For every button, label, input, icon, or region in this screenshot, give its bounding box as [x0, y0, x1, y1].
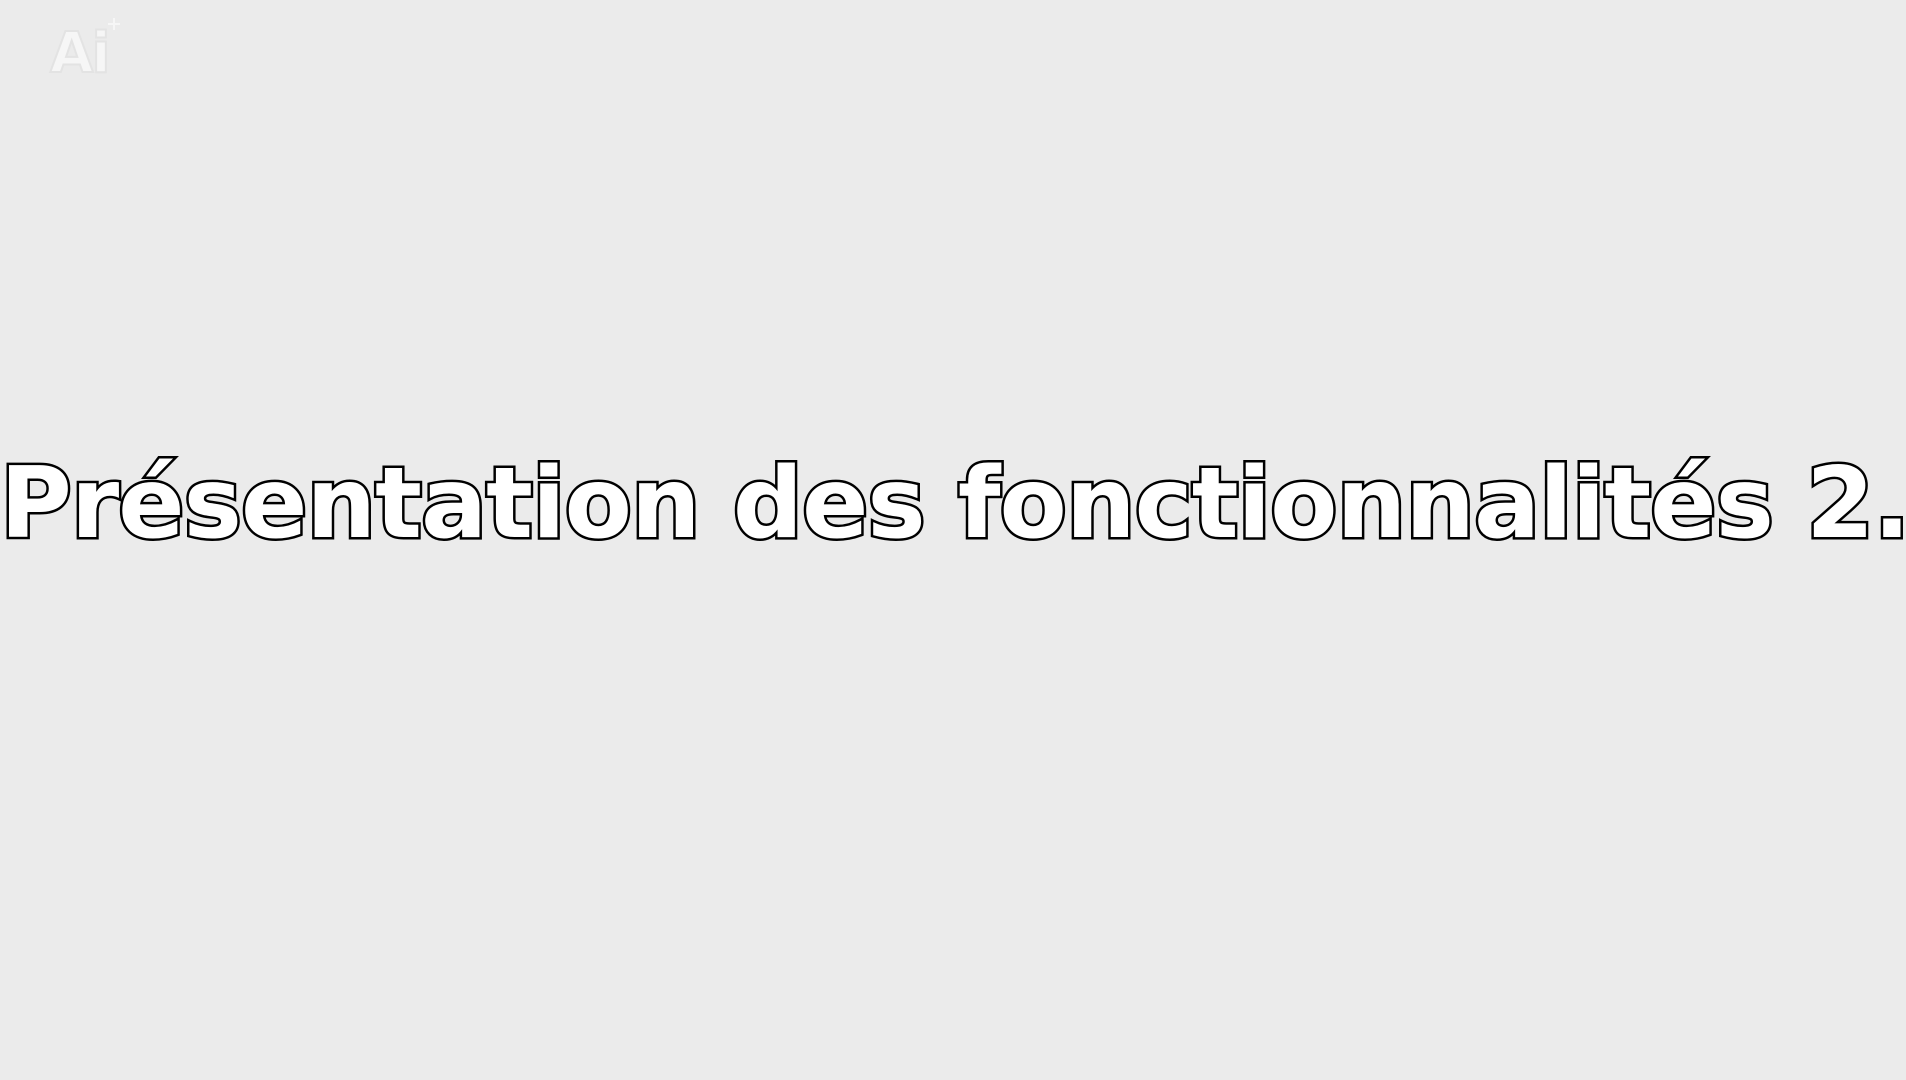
ai-watermark-logo: Ai [49, 18, 128, 88]
watermark-text: Ai [49, 21, 112, 87]
sparkle-icon [108, 18, 120, 30]
slide-title: Présentation des fonctionnalités 2.0 [0, 446, 1906, 563]
video-frame: Ai Présentation des fonctionnalités 2.0 [0, 0, 1906, 1080]
